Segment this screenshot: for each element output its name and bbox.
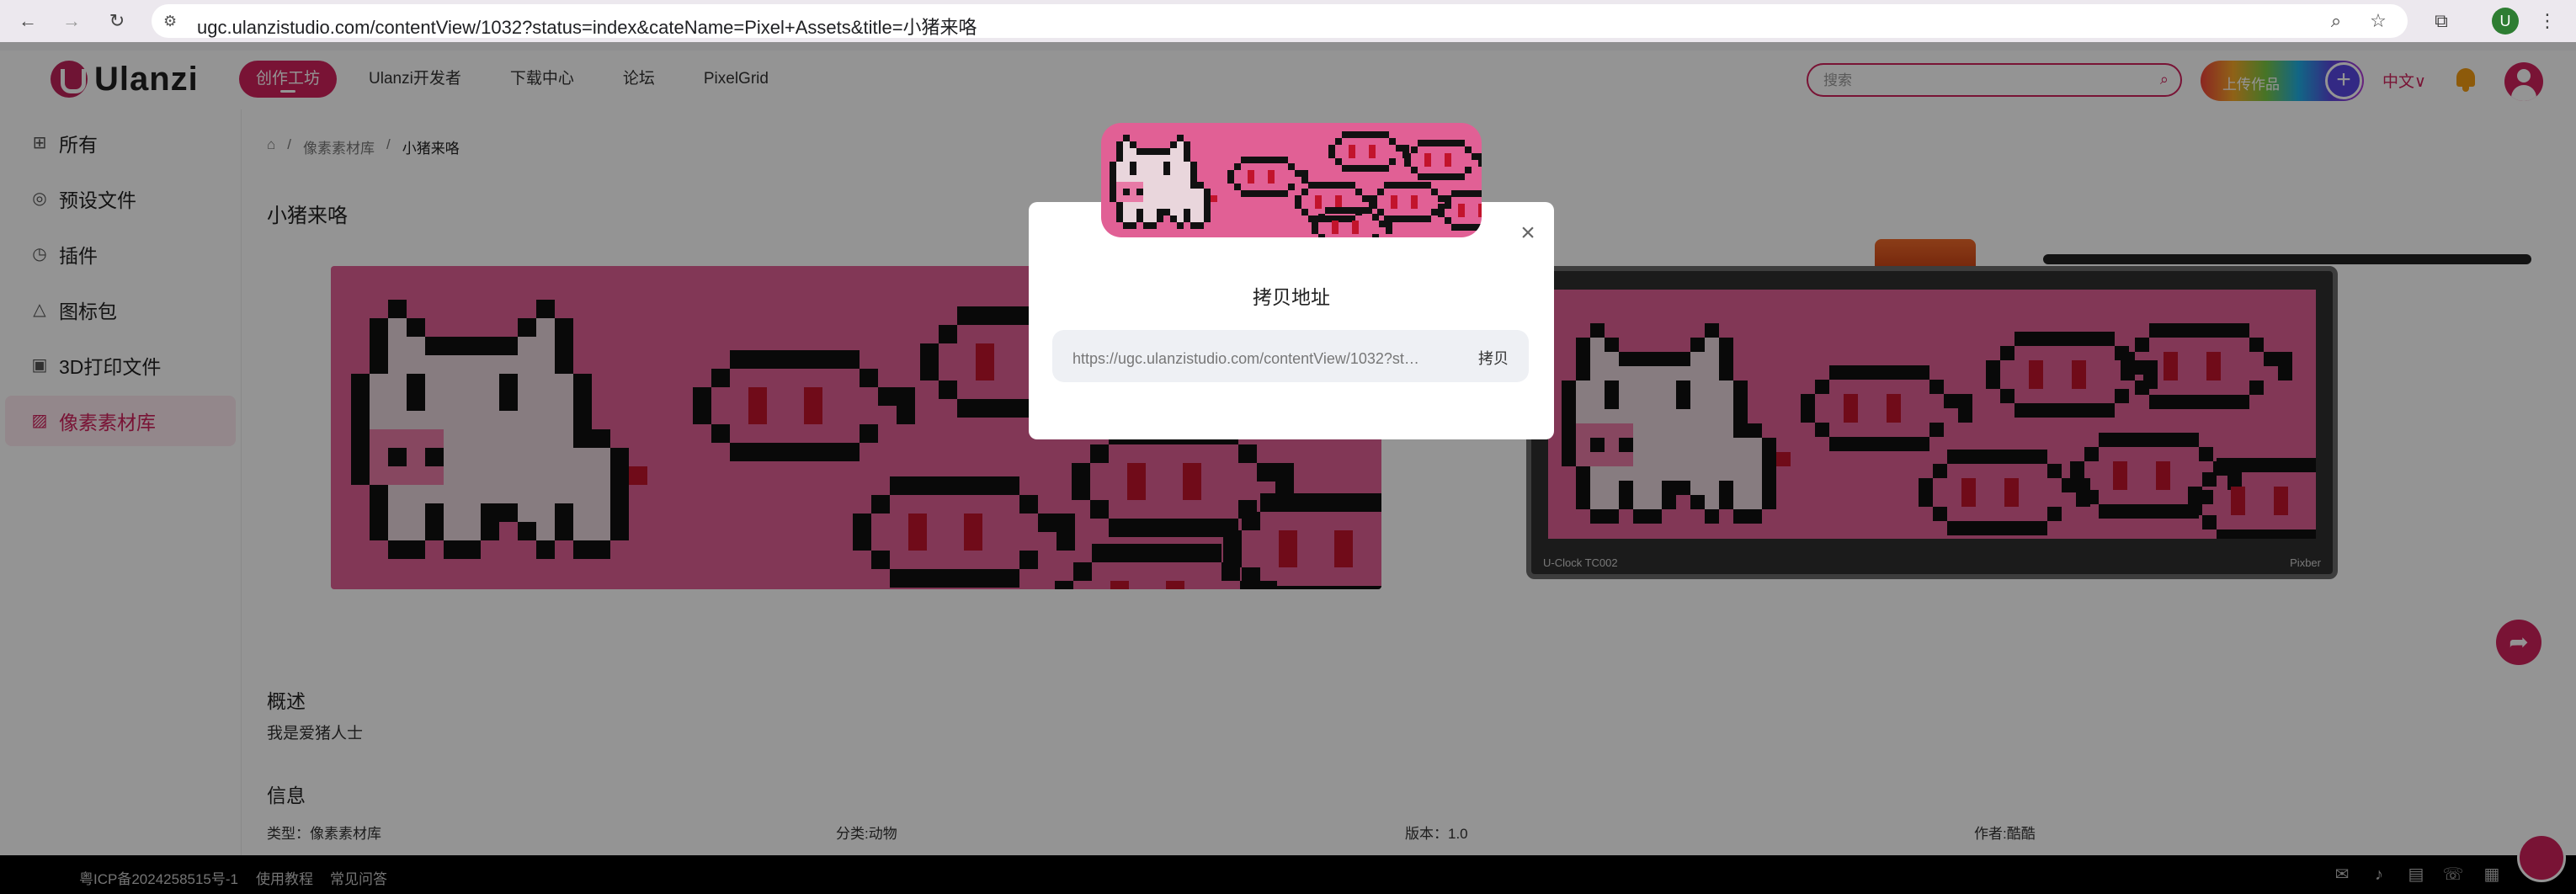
dialog-pixel-pig-art [1110,131,1482,237]
close-icon[interactable]: × [1517,221,1539,246]
browser-menu-icon[interactable]: ⋮ [2538,8,2557,34]
url-text: ugc.ulanzistudio.com/contentView/1032?st… [197,17,977,38]
dialog-pixel-art-header [1101,123,1482,237]
extensions-icon[interactable]: ⧉ [2429,8,2454,34]
copy-link-dialog: × 拷贝地址 https://ugc.ulanzistudio.com/cont… [1029,202,1554,439]
forward-arrow-icon[interactable]: → [57,7,86,35]
copy-link-box: https://ugc.ulanzistudio.com/contentView… [1052,330,1529,382]
dialog-title: 拷贝地址 [1253,286,1330,308]
zoom-icon[interactable]: ⌕ [2325,10,2347,32]
bookmark-star-icon[interactable]: ☆ [2367,10,2389,32]
address-bar[interactable]: ⚙ ugc.ulanzistudio.com/contentView/1032?… [152,4,2408,38]
back-arrow-icon[interactable]: ← [13,7,42,35]
browser-profile-avatar[interactable]: U [2492,8,2519,35]
share-link-text[interactable]: https://ugc.ulanzistudio.com/contentView… [1072,347,1426,369]
site-info-icon[interactable]: ⚙ [163,13,180,29]
reload-icon[interactable]: ↻ [103,7,131,35]
browser-toolbar: ← → ↻ ⚙ ugc.ulanzistudio.com/contentView… [0,0,2576,42]
copy-button[interactable]: 拷贝 [1478,347,1509,369]
